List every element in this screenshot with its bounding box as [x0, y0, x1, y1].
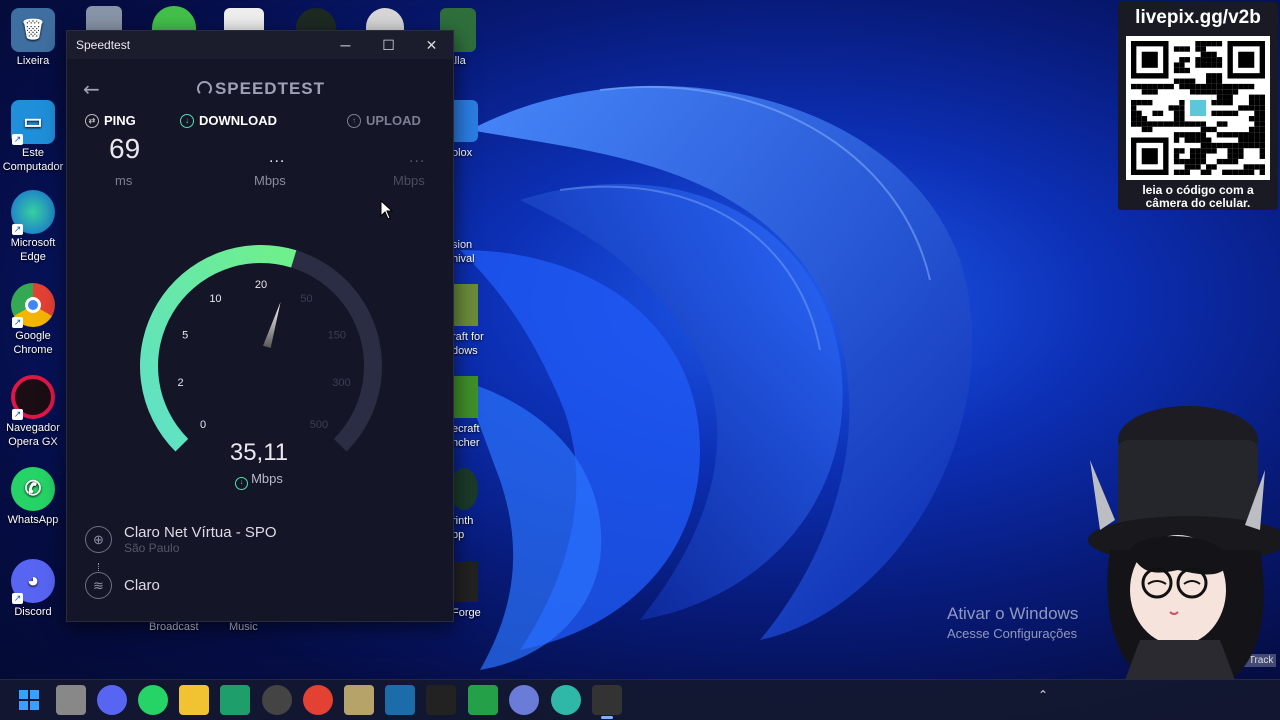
whatsapp-icon: ✆	[11, 467, 55, 511]
gauge-tick-label: 500	[310, 419, 328, 431]
qr-overlay: livepix.gg/v2b leia o código com a câmer…	[1118, 2, 1278, 210]
ping-header: ⇄ PING	[85, 113, 136, 128]
qr-caption: leia o código com a câmera do celular.	[1142, 183, 1254, 210]
desktop-icon-edge[interactable]: ↗ Microsoft Edge	[0, 190, 66, 264]
upload-value: ...	[409, 149, 426, 166]
download-icon: ↓	[180, 113, 194, 128]
gauge-tick-label: 10	[209, 293, 221, 305]
shortcut-arrow-icon: ↗	[12, 317, 23, 328]
minimize-button[interactable]: ─	[324, 31, 367, 59]
download-header: ↓ DOWNLOAD	[180, 113, 277, 128]
desktop-label-partial: olox	[452, 147, 473, 159]
taskbar-steam-icon[interactable]	[385, 685, 415, 715]
maximize-button[interactable]: ☐	[367, 31, 410, 59]
shortcut-arrow-icon: ↗	[12, 409, 23, 420]
desktop-label-music: Music	[229, 621, 258, 633]
recycle-bin-icon: 🗑	[11, 8, 55, 52]
gauge-needle	[263, 301, 281, 349]
shortcut-arrow-icon: ↗	[12, 593, 23, 604]
shortcut-arrow-icon: ↗	[12, 134, 23, 145]
gauge-tick-label: 50	[300, 293, 312, 305]
connection-name: Claro	[124, 577, 160, 594]
desktop-icon-discord[interactable]: ◕ ↗ Discord	[0, 559, 66, 619]
vtuber-avatar	[1088, 406, 1280, 680]
desktop-label-partial: rinth pp	[452, 515, 474, 541]
taskbar-chrome-icon[interactable]	[303, 685, 333, 715]
globe-icon: ⊕	[85, 526, 112, 553]
chevron-up-icon[interactable]: ⌃	[1038, 688, 1048, 702]
desktop-label-partial: sion hival	[452, 239, 475, 265]
taskbar-start-icon[interactable]	[14, 685, 44, 715]
qr-code-icon	[1131, 41, 1265, 175]
desktop-icon-partial-3[interactable]	[224, 8, 264, 32]
desktop-icon-this-pc[interactable]: ▭ ↗ Este Computador	[0, 100, 66, 174]
upload-header: ↑ UPLOAD	[347, 113, 421, 128]
desktop-icon-recycle-bin[interactable]: 🗑 Lixeira	[0, 8, 66, 68]
taskbar-xbox-icon[interactable]	[468, 685, 498, 715]
desktop-label-partial: raft for dows	[452, 331, 484, 357]
taskbar-speedtest-icon[interactable]	[592, 685, 622, 715]
taskbar-whatsapp-icon[interactable]	[138, 685, 168, 715]
download-unit: Mbps	[254, 173, 286, 188]
desktop-icon-chrome[interactable]: ↗ Google Chrome	[0, 283, 66, 357]
title-bar[interactable]: Speedtest ─ ☐ ✕	[67, 31, 453, 59]
speedtest-window: Speedtest ─ ☐ ✕ ← SPEEDTEST ⇄ PING ↓ DOW…	[66, 30, 454, 622]
wifi-icon: ≋	[85, 572, 112, 599]
current-speed-unit: ↓ Mbps	[67, 471, 451, 490]
gauge-tick-label: 0	[200, 419, 206, 431]
close-button[interactable]: ✕	[410, 31, 453, 59]
speedtest-gauge-icon	[196, 81, 212, 96]
download-value: ...	[269, 149, 286, 166]
taskbar-folder-icon[interactable]	[179, 685, 209, 715]
taskbar-obs-icon[interactable]	[262, 685, 292, 715]
mouse-cursor-icon	[380, 200, 394, 220]
upload-unit: Mbps	[393, 173, 425, 188]
connection-row[interactable]: ≋ Claro	[85, 572, 160, 599]
server-name: Claro Net Vírtua - SPO	[124, 524, 277, 541]
gauge-tick-label: 300	[332, 377, 350, 389]
taskbar-settings-icon[interactable]	[509, 685, 539, 715]
desktop-icon-partial-1[interactable]	[86, 6, 122, 32]
forge-icon[interactable]	[450, 562, 478, 602]
server-row[interactable]: ⊕ Claro Net Vírtua - SPO São Paulo	[85, 524, 277, 555]
gauge-tick-label: 2	[178, 377, 184, 389]
window-title: Speedtest	[76, 38, 131, 52]
desktop-label-partial: Forge	[452, 607, 481, 619]
gauge-tick-label: 20	[255, 279, 267, 291]
ping-icon: ⇄	[85, 113, 99, 128]
desktop-label-partial: ecraft ncher	[452, 423, 480, 449]
taskbar-epic-games-icon[interactable]	[426, 685, 456, 715]
server-location: São Paulo	[124, 541, 180, 555]
current-speed: 35,11	[229, 439, 289, 466]
upload-icon: ↑	[347, 113, 361, 128]
desktop-label-broadcast: Broadcast	[149, 621, 199, 633]
gauge-tick-label: 150	[328, 330, 346, 342]
qr-title: livepix.gg/v2b	[1135, 7, 1261, 28]
speedtest-logo: SPEEDTEST	[67, 79, 455, 99]
taskbar-file-explorer-icon[interactable]	[56, 685, 86, 715]
desktop-icon-whatsapp[interactable]: ✆ WhatsApp	[0, 467, 66, 527]
gauge-tick-label: 5	[182, 330, 188, 342]
qr-code	[1126, 36, 1270, 180]
taskbar-app-tan-icon[interactable]	[344, 685, 374, 715]
ping-value: 69	[109, 133, 141, 164]
desktop-icon-opera-gx[interactable]: ↗ Navegador Opera GX	[0, 375, 66, 449]
taskbar-app-green-icon[interactable]	[220, 685, 250, 715]
taskbar-discord-icon[interactable]	[97, 685, 127, 715]
ping-unit: ms	[115, 173, 133, 188]
taskbar-app-teal-icon[interactable]	[551, 685, 581, 715]
connector-line	[98, 563, 100, 571]
shortcut-arrow-icon: ↗	[12, 224, 23, 235]
activate-windows-watermark: Ativar o Windows Acesse Configurações	[947, 604, 1079, 641]
download-small-icon: ↓	[235, 477, 249, 490]
taskbar-active-indicator	[601, 716, 613, 719]
